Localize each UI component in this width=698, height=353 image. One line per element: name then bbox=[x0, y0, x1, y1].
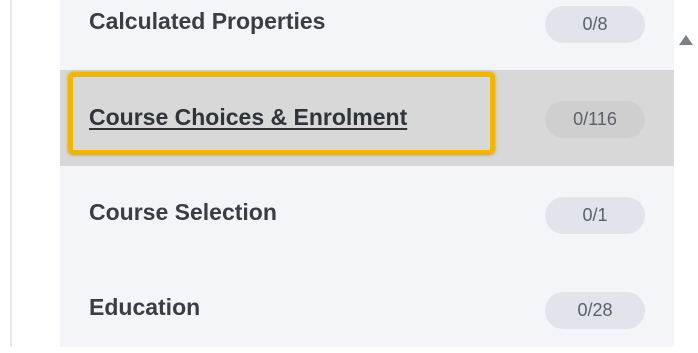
list-item-label: Education bbox=[89, 294, 201, 320]
property-group-list: Calculated Properties 0/8 Course Choices… bbox=[60, 0, 674, 353]
list-item-label: Calculated Properties bbox=[89, 8, 326, 34]
keyboard-focus-outline bbox=[68, 72, 495, 155]
left-border bbox=[0, 0, 12, 353]
count-badge: 0/116 bbox=[545, 101, 645, 138]
scroll-up-button[interactable] bbox=[674, 30, 698, 50]
triangle-up-icon bbox=[679, 35, 693, 45]
list-item-course-selection[interactable]: Course Selection 0/1 bbox=[60, 166, 674, 262]
bottom-edge bbox=[0, 347, 698, 353]
count-badge: 0/8 bbox=[545, 6, 645, 43]
list-item-calculated-properties[interactable]: Calculated Properties 0/8 bbox=[60, 0, 674, 72]
scrollbar[interactable] bbox=[674, 0, 698, 353]
list-item-label: Course Selection bbox=[89, 199, 277, 225]
count-badge: 0/1 bbox=[545, 197, 645, 234]
count-badge: 0/28 bbox=[545, 292, 645, 329]
list-item-education[interactable]: Education 0/28 bbox=[60, 261, 674, 353]
